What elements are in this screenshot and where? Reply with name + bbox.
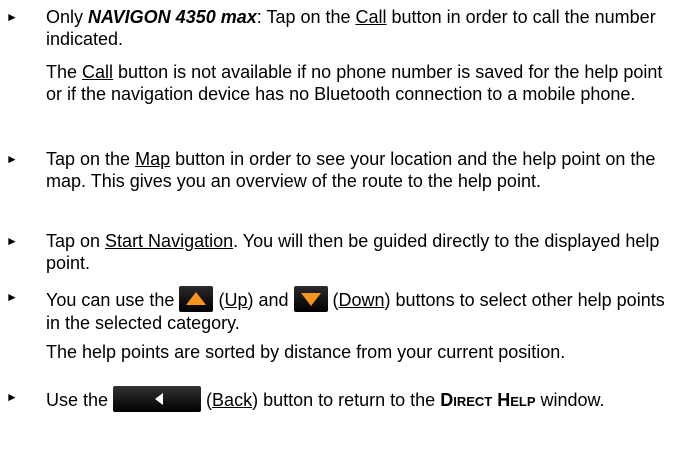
- instruction-text: Only NAVIGON 4350 max: Tap on the Call b…: [46, 7, 656, 49]
- start-navigation-ref: Start Navigation: [105, 231, 234, 251]
- bullet-marker: ►: [6, 290, 18, 304]
- instruction-text: Tap on the Map button in order to see yo…: [46, 149, 656, 191]
- bullet-marker: ►: [6, 10, 18, 24]
- up-button-ref: Up: [224, 290, 248, 310]
- instruction-text: You can use the (Up) and (Down) buttons …: [46, 286, 676, 334]
- window-name: Direct Help: [440, 390, 536, 410]
- down-arrow-icon: [293, 286, 328, 312]
- instruction-text: Tap on Start Navigation. You will then b…: [46, 231, 660, 273]
- back-button-ref: Back: [212, 390, 253, 410]
- note-text: The help points are sorted by distance f…: [46, 342, 566, 362]
- note-text: The Call button is not available if no p…: [46, 62, 663, 104]
- bullet-marker: ►: [6, 152, 18, 166]
- instruction-text: Use the (Back) button to return to the D…: [46, 386, 676, 412]
- back-arrow-icon: [113, 386, 202, 412]
- map-button-ref: Map: [135, 149, 171, 169]
- call-button-ref: Call: [355, 7, 387, 27]
- bullet-marker: ►: [6, 390, 18, 404]
- up-arrow-icon: [179, 286, 214, 312]
- bullet-marker: ►: [6, 234, 18, 248]
- call-button-ref: Call: [82, 62, 114, 82]
- down-button-ref: Down: [338, 290, 385, 310]
- device-model: NAVIGON 4350 max: [88, 7, 257, 27]
